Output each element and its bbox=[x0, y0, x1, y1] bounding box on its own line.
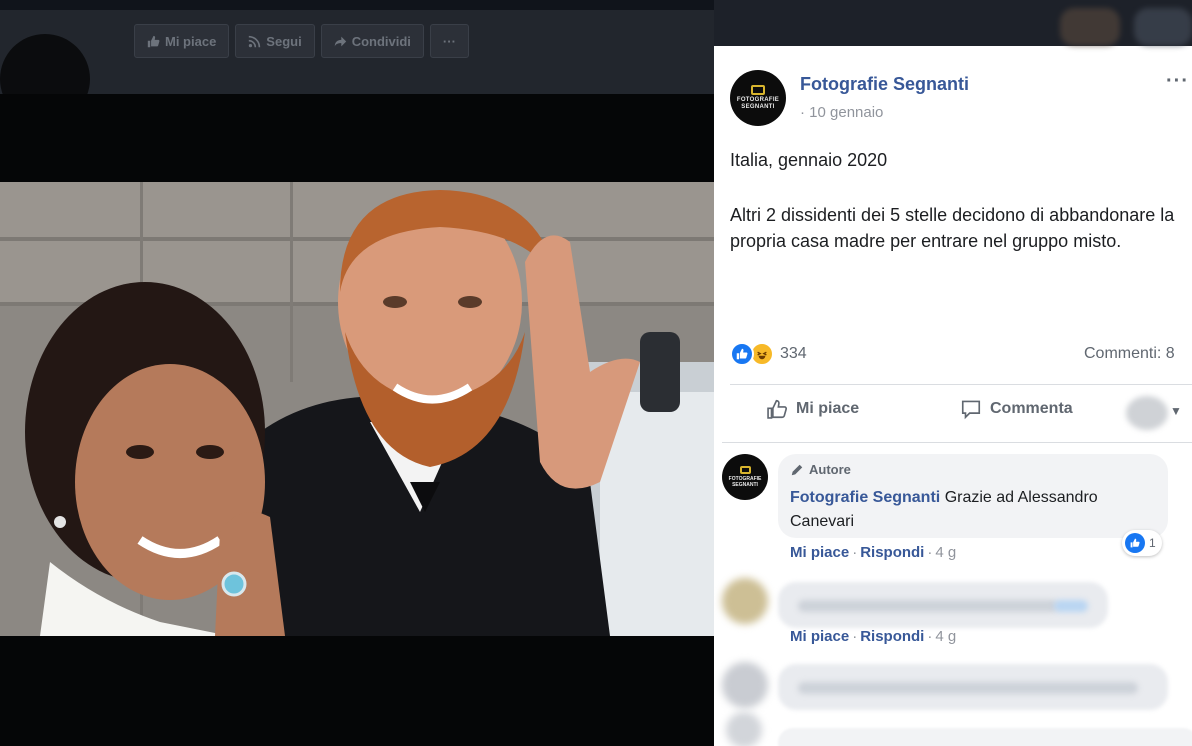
blurred-comment-text bbox=[798, 600, 1058, 612]
thumbs-up-icon bbox=[147, 35, 160, 47]
photo-letterbox-bottom bbox=[0, 636, 714, 746]
comment-text: Fotografie Segnanti Grazie ad Alessandro… bbox=[790, 486, 1110, 534]
blurred-share-avatar[interactable] bbox=[1126, 396, 1168, 430]
reaction-count: 334 bbox=[780, 345, 807, 362]
camera-icon bbox=[739, 466, 751, 474]
page-more-button[interactable]: ··· bbox=[429, 24, 469, 58]
comment-actions: Mi piace · Rispondi · 4 g bbox=[790, 628, 957, 645]
pencil-icon bbox=[791, 464, 803, 475]
share-icon bbox=[334, 36, 346, 46]
blurred-comment-reaction bbox=[1054, 600, 1088, 612]
blurred-user-avatar bbox=[726, 712, 762, 746]
page-action-bar: Mi piace Segui Condividi ··· bbox=[134, 24, 469, 58]
comment-icon bbox=[961, 400, 981, 420]
divider bbox=[730, 384, 1192, 385]
page-share-label: Condividi bbox=[351, 33, 411, 49]
post-text-heading: Italia, gennaio 2020 bbox=[730, 150, 888, 170]
caret-down-icon[interactable]: ▼ bbox=[1170, 404, 1182, 418]
comment-author-name[interactable]: Fotografie Segnanti bbox=[790, 489, 940, 506]
comment-reaction-badge[interactable]: 1 bbox=[1122, 530, 1162, 556]
blurred-comment-avatar[interactable] bbox=[722, 578, 768, 624]
comment-time[interactable]: 4 g bbox=[935, 628, 956, 645]
rss-icon bbox=[248, 35, 261, 47]
post-date[interactable]: · 10 gennaio bbox=[800, 104, 883, 121]
post-author-name[interactable]: Fotografie Segnanti bbox=[800, 74, 969, 95]
comment-like-link[interactable]: Mi piace bbox=[790, 628, 849, 645]
comment-reaction-count: 1 bbox=[1149, 536, 1156, 550]
page-like-button[interactable]: Mi piace bbox=[134, 24, 230, 58]
post-panel-top-bar bbox=[714, 0, 1192, 46]
like-button-label: Mi piace bbox=[796, 400, 860, 417]
post-panel: FOTOGRAFIE SEGNANTI Fotografie Segnanti … bbox=[714, 0, 1192, 746]
comment-like-link[interactable]: Mi piace bbox=[790, 544, 849, 561]
more-icon: ··· bbox=[442, 33, 456, 49]
comments-count[interactable]: Commenti: 8 bbox=[1084, 345, 1175, 363]
page-share-button[interactable]: Condividi bbox=[320, 24, 424, 58]
avatar-logo-text: FOTOGRAFIE bbox=[736, 97, 780, 103]
post-photo[interactable] bbox=[0, 182, 714, 636]
top-bar bbox=[0, 0, 714, 10]
page-follow-label: Segui bbox=[266, 33, 302, 49]
avatar-logo-text: SEGNANTI bbox=[732, 482, 758, 488]
page-like-label: Mi piace bbox=[165, 33, 217, 49]
blurred-comment-avatar[interactable] bbox=[722, 662, 768, 708]
like-reaction-icon bbox=[1125, 533, 1145, 553]
comment-author-avatar[interactable]: FOTOGRAFIE SEGNANTI bbox=[722, 454, 768, 500]
post-text-body: Altri 2 dissidenti dei 5 stelle decidono… bbox=[730, 205, 1175, 251]
author-badge: Autore bbox=[790, 462, 851, 477]
photo-letterbox-top bbox=[0, 94, 714, 182]
comment-input[interactable] bbox=[778, 728, 1192, 746]
blurred-thumbnail bbox=[1060, 8, 1120, 46]
avatar-logo-text: SEGNANTI bbox=[741, 104, 775, 110]
comment-reply-link[interactable]: Rispondi bbox=[860, 544, 924, 561]
blurred-thumbnail bbox=[1134, 8, 1192, 46]
post-options-icon[interactable]: ··· bbox=[1166, 70, 1189, 93]
comment-actions: Mi piace · Rispondi · 4 g bbox=[790, 544, 957, 561]
like-button[interactable]: Mi piace bbox=[766, 398, 859, 420]
comment-button-label: Commenta bbox=[990, 400, 1073, 417]
blurred-comment-text bbox=[798, 682, 1138, 694]
thumbs-up-icon bbox=[767, 399, 788, 419]
camera-icon bbox=[751, 85, 765, 95]
photo-viewer: Mi piace Segui Condividi ··· bbox=[0, 0, 714, 746]
like-reaction-icon bbox=[730, 342, 754, 366]
reaction-summary[interactable]: 334 bbox=[730, 342, 807, 366]
author-avatar[interactable]: FOTOGRAFIE SEGNANTI bbox=[730, 70, 786, 126]
photo-illustration bbox=[0, 182, 714, 636]
comment-button[interactable]: Commenta bbox=[960, 398, 1073, 420]
author-badge-label: Autore bbox=[809, 462, 851, 477]
divider bbox=[722, 442, 1192, 443]
comment-time[interactable]: 4 g bbox=[935, 544, 956, 561]
comment-reply-link[interactable]: Rispondi bbox=[860, 628, 924, 645]
page-follow-button[interactable]: Segui bbox=[235, 24, 315, 58]
